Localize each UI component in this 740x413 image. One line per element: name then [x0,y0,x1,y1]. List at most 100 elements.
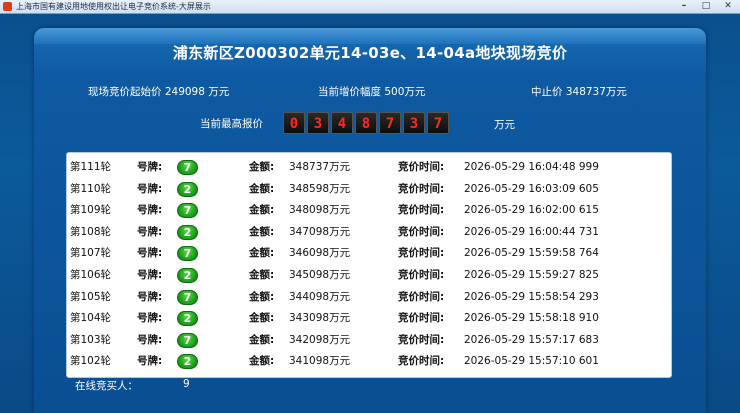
plate-label: 号牌: [137,225,163,238]
bid-round: 第110轮 [70,182,112,195]
bid-time: 2026-05-29 16:02:00 615 [464,204,599,217]
bid-row: 第102轮 号牌: 2 金额: 341098万元 竞价时间: 2026-05-2… [67,350,671,372]
amount-label: 金额: [249,355,275,368]
plate-label: 号牌: [137,355,163,368]
bid-round: 第108轮 [70,225,112,238]
amount-label: 金额: [249,225,275,238]
bid-row: 第111轮 号牌: 7 金额: 348737万元 竞价时间: 2026-05-2… [67,156,671,178]
bid-row: 第108轮 号牌: 2 金额: 347098万元 竞价时间: 2026-05-2… [67,221,671,243]
plate-badge: 7 [177,332,198,348]
price-digit: 3 [307,112,329,134]
bid-amount: 348098万元 [289,204,351,217]
amount-label: 金额: [249,290,275,303]
highest-price-unit: 万元 [494,119,515,131]
plate-label: 号牌: [137,161,163,173]
plate-label: 号牌: [137,333,163,346]
amount-label: 金额: [249,269,275,281]
bid-row: 第106轮 号牌: 2 金额: 345098万元 竞价时间: 2026-05-2… [67,264,671,286]
plate-label: 号牌: [137,290,163,303]
price-digit: 3 [403,112,425,134]
time-label: 竞价时间: [398,355,445,368]
cap-price: 中止价 348737万元 [531,86,627,98]
bid-time: 2026-05-29 15:59:27 825 [464,269,599,281]
time-label: 竞价时间: [398,290,445,303]
bid-row: 第107轮 号牌: 7 金额: 346098万元 竞价时间: 2026-05-2… [67,242,671,264]
plate-badge: 2 [177,311,198,327]
plate-badge: 7 [177,289,198,305]
amount-label: 金额: [249,182,275,195]
bid-time: 2026-05-29 16:00:44 731 [464,225,599,238]
price-digit: 7 [427,112,449,134]
bid-time: 2026-05-29 16:04:48 999 [464,161,599,173]
bid-round: 第107轮 [70,247,112,260]
time-label: 竞价时间: [398,225,445,238]
amount-label: 金额: [249,247,275,260]
plate-badge: 7 [177,203,198,219]
bid-amount: 341098万元 [289,355,351,368]
time-label: 竞价时间: [398,182,445,195]
plate-badge: 2 [177,224,198,240]
bid-amount: 347098万元 [289,225,351,238]
plate-badge: 7 [177,246,198,262]
bid-time: 2026-05-29 15:58:18 910 [464,312,599,325]
plate-label: 号牌: [137,269,163,281]
bid-time: 2026-05-29 16:03:09 605 [464,182,599,195]
bid-row: 第104轮 号牌: 2 金额: 343098万元 竞价时间: 2026-05-2… [67,307,671,329]
plate-badge: 2 [177,354,198,370]
plate-badge: 2 [177,268,198,283]
bid-round: 第103轮 [70,333,112,346]
plate-label: 号牌: [137,182,163,195]
price-increment: 当前增价幅度 500万元 [318,86,426,98]
amount-label: 金额: [249,161,275,173]
time-label: 竞价时间: [398,333,445,346]
bid-row: 第110轮 号牌: 2 金额: 348598万元 竞价时间: 2026-05-2… [67,178,671,200]
bid-amount: 346098万元 [289,247,351,260]
time-label: 竞价时间: [398,204,445,217]
maximize-button[interactable]: □ [698,0,714,13]
plate-label: 号牌: [137,312,163,325]
bid-time: 2026-05-29 15:57:17 683 [464,333,599,346]
bid-round: 第102轮 [70,355,112,368]
bid-round: 第105轮 [70,290,112,303]
bid-time: 2026-05-29 15:57:10 601 [464,355,599,368]
start-price: 现场竞价起始价 249098 万元 [88,86,230,98]
close-button[interactable]: ✕ [720,0,736,13]
highest-price-display: 0 3 4 8 7 3 7 [283,112,449,134]
app-icon [3,2,12,11]
amount-label: 金额: [249,333,275,346]
plate-badge: 7 [177,160,198,175]
bid-amount: 345098万元 [289,269,351,281]
bid-round: 第109轮 [70,204,112,217]
amount-label: 金额: [249,312,275,325]
price-digit: 7 [379,112,401,134]
bid-time: 2026-05-29 15:59:58 764 [464,247,599,260]
window-title-bar[interactable]: 上海市国有建设用地使用权出让电子竞价系统-大屏展示 – □ ✕ [0,0,740,14]
highest-price-label: 当前最高报价 [200,118,263,130]
bid-history-list[interactable]: 第111轮 号牌: 7 金额: 348737万元 竞价时间: 2026-05-2… [66,152,672,378]
time-label: 竞价时间: [398,269,445,281]
bid-row: 第103轮 号牌: 7 金额: 342098万元 竞价时间: 2026-05-2… [67,329,671,351]
price-digit: 4 [331,112,353,134]
window-title: 上海市国有建设用地使用权出让电子竞价系统-大屏展示 [16,2,211,11]
price-digit: 0 [283,112,305,134]
time-label: 竞价时间: [398,247,445,260]
bid-row: 第105轮 号牌: 7 金额: 344098万元 竞价时间: 2026-05-2… [67,286,671,308]
bid-amount: 342098万元 [289,333,351,346]
online-bidders-label: 在线竞买人： [75,380,138,392]
bid-round: 第104轮 [70,312,112,325]
time-label: 竞价时间: [398,312,445,325]
bid-amount: 343098万元 [289,312,351,325]
bid-round: 第106轮 [70,269,112,281]
online-bidders-count: 9 [183,378,190,390]
plate-label: 号牌: [137,247,163,260]
bid-amount: 348598万元 [289,182,351,195]
auction-title: 浦东新区Z000302单元14-03e、14-04a地块现场竞价 [172,44,568,62]
bid-amount: 344098万元 [289,290,351,303]
price-digit: 8 [355,112,377,134]
plate-badge: 2 [177,181,198,197]
bid-row: 第109轮 号牌: 7 金额: 348098万元 竞价时间: 2026-05-2… [67,199,671,221]
bid-round: 第111轮 [70,161,112,173]
bid-amount: 348737万元 [289,161,351,173]
plate-label: 号牌: [137,204,163,217]
minimize-button[interactable]: – [676,0,692,13]
